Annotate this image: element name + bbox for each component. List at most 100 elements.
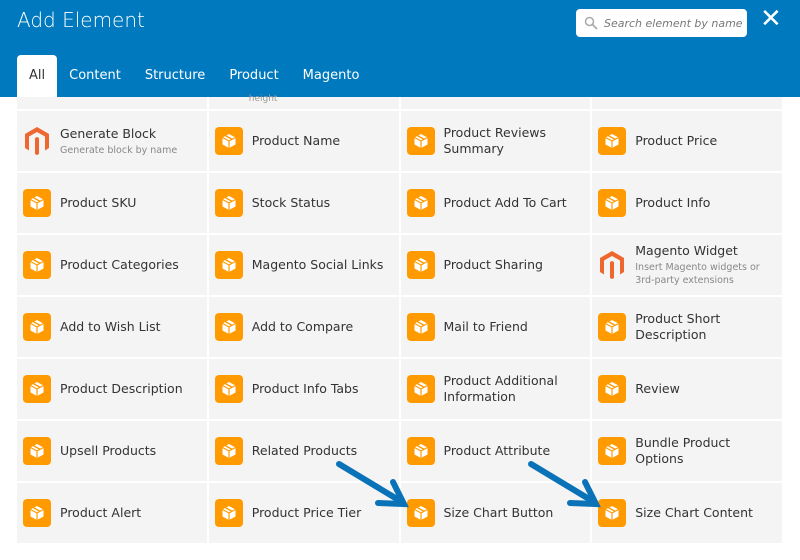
box-icon <box>214 437 243 465</box>
box-icon <box>598 313 627 341</box>
search-input[interactable]: Search element by name <box>576 9 747 37</box>
element-item[interactable]: Add to Wish List <box>17 297 207 357</box>
element-item[interactable]: Add to Compare <box>208 297 399 357</box>
element-item[interactable]: Size Chart Content <box>592 483 782 543</box>
element-text: Mail to Friend <box>444 319 528 335</box>
element-text: Product Alert <box>60 505 141 521</box>
element-text: Magento Social Links <box>252 257 384 273</box>
tab-structure[interactable]: Structure <box>133 55 217 97</box>
element-text: Product SKU <box>60 195 136 211</box>
element-text: Add to Compare <box>252 319 353 335</box>
element-name: Product Short Description <box>635 311 721 342</box>
element-item[interactable]: Product Short Description <box>592 297 782 357</box>
element-item[interactable]: Product Attribute <box>400 421 591 481</box>
element-name: Stock Status <box>251 195 331 210</box>
box-icon <box>214 499 243 527</box>
element-name: Product Attribute <box>443 443 551 458</box>
element-grid: height Generate Block Generate block by n… <box>17 94 782 547</box>
element-text: Product Attribute <box>444 443 551 459</box>
element-name: Product Description <box>60 381 183 396</box>
element-text: Product Short Description <box>635 311 765 343</box>
element-item[interactable]: Product Alert <box>17 483 207 543</box>
element-text: Product Price Tier <box>252 505 361 521</box>
tab-all[interactable]: All <box>17 55 58 97</box>
element-item[interactable]: Product Price <box>592 111 782 171</box>
element-item[interactable]: Product Price Tier <box>208 483 399 543</box>
element-list: Generate Block Generate block by name Prod… <box>17 111 782 543</box>
element-text: Product Categories <box>60 257 179 273</box>
element-text: Add to Wish List <box>60 319 161 335</box>
element-text: Product Name <box>252 133 340 149</box>
element-desc: Generate block by name <box>60 144 178 156</box>
close-icon[interactable]: ✕ <box>760 6 782 32</box>
element-name: Magento Widget <box>635 243 738 258</box>
tab-magento[interactable]: Magento <box>291 55 372 97</box>
element-item[interactable]: Review <box>592 359 782 419</box>
element-name: Product Additional Information <box>443 373 558 404</box>
element-name: Product Info <box>635 195 711 210</box>
element-item[interactable]: Product Sharing <box>400 235 591 295</box>
tab-product[interactable]: Product <box>217 55 290 97</box>
element-item[interactable]: Generate Block Generate block by name <box>17 111 207 171</box>
element-text: Magento Widget Insert Magento widgets or … <box>635 243 770 287</box>
element-item[interactable]: Bundle Product Options <box>592 421 782 481</box>
partial-desc: height <box>248 94 278 104</box>
box-icon <box>23 375 51 403</box>
box-icon <box>598 437 627 465</box>
magento-logo-icon <box>598 251 626 279</box>
element-name: Generate Block <box>60 125 157 141</box>
box-icon <box>406 127 435 155</box>
tab-content[interactable]: Content <box>57 55 133 97</box>
header: Add Element Search element by name ✕ All… <box>0 0 800 97</box>
element-name: Bundle Product Options <box>635 435 731 466</box>
element-text: Review <box>635 381 680 397</box>
partial-cell <box>592 97 782 109</box>
box-icon <box>406 375 435 403</box>
element-text: Product Description <box>60 381 183 397</box>
element-name: Product Price Tier <box>251 505 362 520</box>
element-item[interactable]: Product Info Tabs <box>208 359 399 419</box>
element-name: Review <box>635 381 680 396</box>
box-icon <box>23 251 51 279</box>
box-icon <box>598 499 627 527</box>
element-item[interactable]: Product Info <box>592 173 782 233</box>
element-item[interactable]: Size Chart Button <box>400 483 591 543</box>
element-name: Related Products <box>251 443 358 458</box>
box-icon <box>406 189 435 217</box>
element-item[interactable]: Product Categories <box>17 235 207 295</box>
element-text: Product Info <box>635 195 710 211</box>
element-name: Product Price <box>635 133 718 148</box>
element-text: Product Info Tabs <box>252 381 359 397</box>
element-text: Product Add To Cart <box>444 195 567 211</box>
partial-row: height <box>17 94 782 109</box>
element-item[interactable]: Upsell Products <box>17 421 207 481</box>
element-item[interactable]: Product Name <box>208 111 399 171</box>
box-icon <box>406 499 435 527</box>
box-icon <box>598 375 627 403</box>
element-item[interactable]: Mail to Friend <box>400 297 591 357</box>
element-item[interactable]: Stock Status <box>208 173 399 233</box>
box-icon <box>23 313 51 341</box>
element-item[interactable]: Product Reviews Summary <box>400 111 591 171</box>
element-item[interactable]: Product SKU <box>17 173 207 233</box>
element-name: Magento Social Links <box>251 257 384 272</box>
element-item[interactable]: Product Add To Cart <box>400 173 591 233</box>
element-text: Product Additional Information <box>444 373 574 405</box>
element-item[interactable]: Product Additional Information <box>400 359 591 419</box>
box-icon <box>406 313 435 341</box>
element-name: Product Alert <box>60 505 142 520</box>
element-item[interactable]: Related Products <box>208 421 399 481</box>
element-name: Product Name <box>251 133 341 148</box>
element-item[interactable]: Magento Social Links <box>208 235 399 295</box>
element-text: Upsell Products <box>60 443 156 459</box>
element-text: Product Reviews Summary <box>444 125 574 157</box>
element-name: Product SKU <box>60 195 137 210</box>
search-icon <box>584 16 598 30</box>
box-icon <box>214 189 243 217</box>
element-name: Product Info Tabs <box>251 381 359 396</box>
element-item[interactable]: Magento Widget Insert Magento widgets or … <box>592 235 782 295</box>
element-item[interactable]: Product Description <box>17 359 207 419</box>
box-icon <box>214 251 243 279</box>
element-text: Size Chart Button <box>444 505 554 521</box>
element-text: Generate Block Generate block by name <box>60 126 177 157</box>
